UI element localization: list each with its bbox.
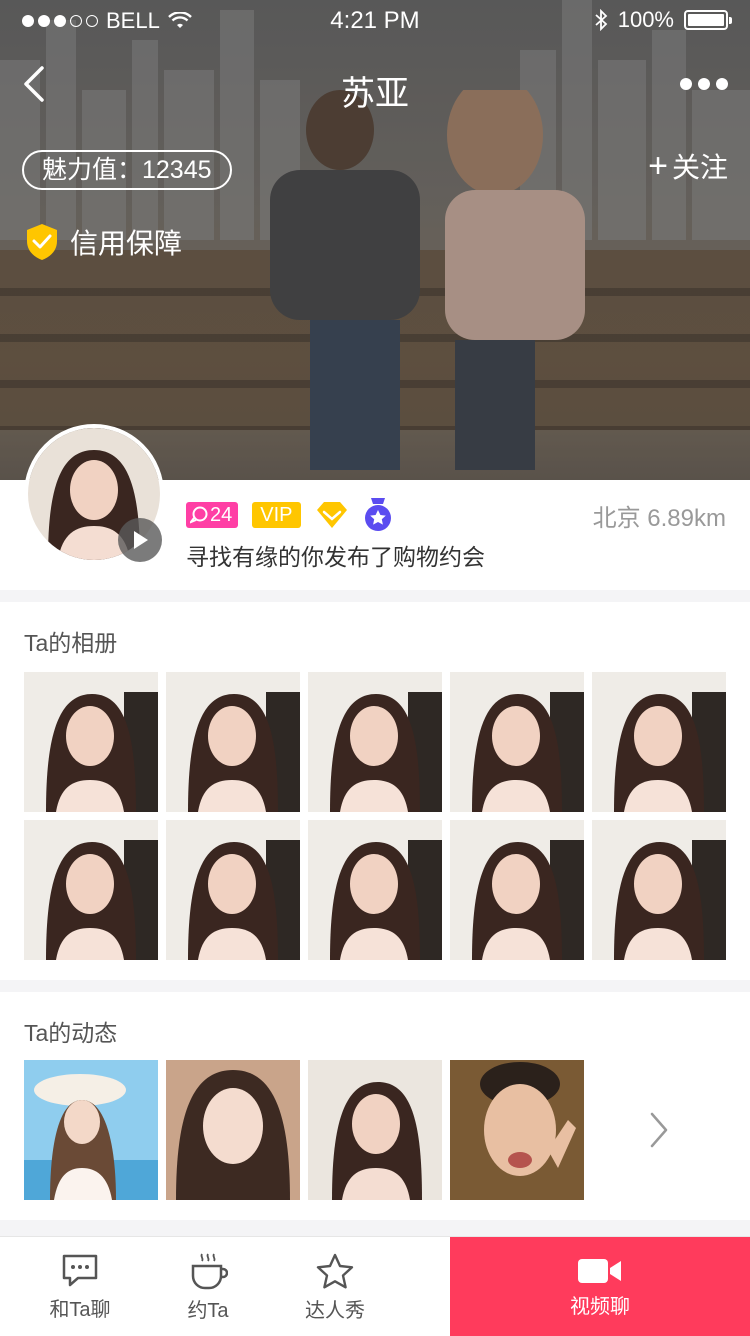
album-section: Ta的相册 (0, 602, 750, 980)
album-photo-image (450, 672, 584, 812)
speech-bubble-icon (190, 506, 208, 524)
album-photo[interactable] (308, 672, 442, 812)
album-photo[interactable] (166, 672, 300, 812)
tab-label: 和Ta聊 (49, 1298, 111, 1321)
moment-photo (308, 1060, 442, 1200)
album-photo[interactable] (24, 820, 158, 960)
moments-row (24, 1060, 584, 1200)
chat-count: 24 (210, 503, 233, 526)
album-photo[interactable] (24, 672, 158, 812)
play-icon (134, 531, 148, 549)
video-chat-button[interactable]: 视频聊 (450, 1237, 750, 1336)
tab-chat-with-ta[interactable]: 和Ta聊 (30, 1237, 130, 1336)
album-photo[interactable] (592, 672, 726, 812)
tab-label: 达人秀 (305, 1299, 365, 1322)
user-signature: 寻找有缘的你发布了购物约会 (186, 544, 485, 570)
album-photo[interactable] (592, 820, 726, 960)
tab-talent-show[interactable]: 达人秀 (285, 1237, 385, 1336)
battery-icon (684, 10, 732, 30)
moment-thumbnail[interactable] (308, 1060, 442, 1200)
moments-section: Ta的动态 (0, 992, 750, 1220)
album-photo-image (308, 672, 442, 812)
follow-label: 关注 (671, 152, 728, 183)
album-photo[interactable] (166, 820, 300, 960)
chat-count-badge: 24 (186, 502, 239, 528)
album-photo-image (166, 672, 300, 812)
moment-thumbnail[interactable] (24, 1060, 158, 1200)
medal-icon (364, 498, 391, 531)
moment-photo (24, 1060, 158, 1200)
bluetooth-icon (595, 9, 608, 31)
coffee-cup-icon (191, 1253, 228, 1289)
moment-photo (166, 1060, 300, 1200)
location-distance: 北京 6.89km (592, 505, 726, 532)
moment-thumbnail[interactable] (450, 1060, 584, 1200)
bottom-action-bar: 和Ta聊 约Ta 达人秀 视频聊 (0, 1236, 750, 1336)
battery-percent: 100% (617, 7, 674, 32)
moment-photo (450, 1060, 584, 1200)
album-photo[interactable] (308, 820, 442, 960)
credit-label: 信用保障 (70, 228, 183, 259)
moment-thumbnail[interactable] (166, 1060, 300, 1200)
chevron-right-icon[interactable] (644, 1110, 674, 1150)
tab-label: 视频聊 (570, 1295, 630, 1318)
star-icon (316, 1253, 354, 1288)
more-options-icon[interactable] (680, 78, 728, 90)
tab-label: 约Ta (187, 1299, 229, 1322)
user-badges: 24 VIP (186, 498, 393, 532)
album-grid (24, 672, 726, 960)
video-camera-icon (578, 1258, 621, 1283)
play-video-button[interactable] (118, 518, 162, 562)
plus-icon: + (648, 147, 668, 185)
album-photo-image (166, 820, 300, 960)
album-photo-image (450, 820, 584, 960)
album-photo-image (24, 820, 158, 960)
tab-date-ta[interactable]: 约Ta (158, 1237, 258, 1336)
album-photo-image (592, 820, 726, 960)
album-photo[interactable] (450, 672, 584, 812)
nav-bar: 苏亚 (0, 48, 750, 124)
chat-bubble-icon (62, 1254, 98, 1286)
charm-value-pill: 魅力值：12345 (22, 150, 232, 190)
page-title: 苏亚 (341, 75, 409, 113)
moments-title: Ta的动态 (24, 1020, 118, 1046)
credit-guarantee: 信用保障 (24, 222, 182, 262)
follow-button[interactable]: + 关注 (648, 146, 728, 186)
album-photo-image (308, 820, 442, 960)
album-title: Ta的相册 (24, 630, 118, 656)
status-bar: BELL 4:21 PM 100% (0, 0, 750, 40)
diamond-icon (316, 502, 347, 528)
vip-badge: VIP (252, 502, 301, 528)
album-photo[interactable] (450, 820, 584, 960)
album-photo-image (592, 672, 726, 812)
album-photo-image (24, 672, 158, 812)
shield-check-icon (27, 224, 57, 260)
